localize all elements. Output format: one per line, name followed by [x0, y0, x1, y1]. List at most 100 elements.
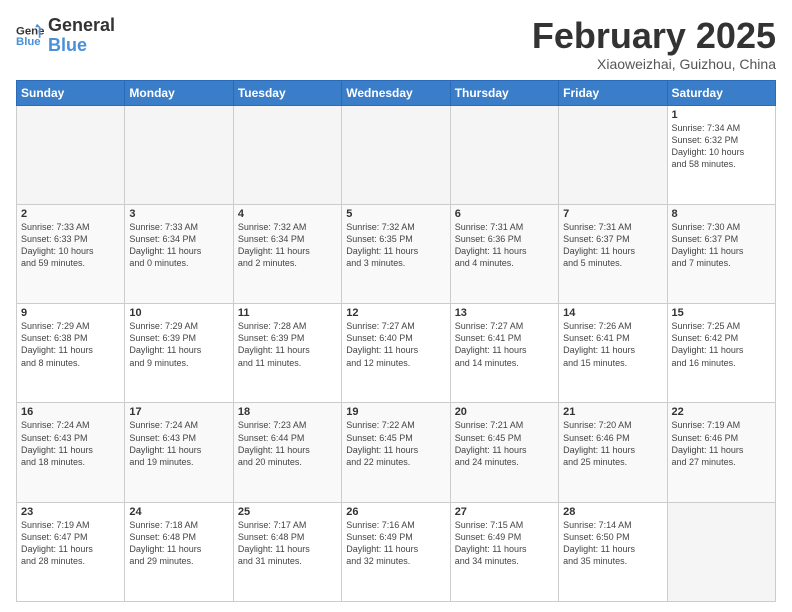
- day-info: Sunrise: 7:14 AM Sunset: 6:50 PM Dayligh…: [563, 519, 662, 568]
- calendar-cell: [125, 105, 233, 204]
- day-info: Sunrise: 7:26 AM Sunset: 6:41 PM Dayligh…: [563, 320, 662, 369]
- day-info: Sunrise: 7:20 AM Sunset: 6:46 PM Dayligh…: [563, 419, 662, 468]
- day-number: 27: [455, 506, 554, 518]
- calendar-header-thursday: Thursday: [450, 80, 558, 105]
- day-number: 16: [21, 406, 120, 418]
- day-number: 24: [129, 506, 228, 518]
- day-number: 20: [455, 406, 554, 418]
- calendar-table: SundayMondayTuesdayWednesdayThursdayFrid…: [16, 80, 776, 602]
- calendar-cell: 8Sunrise: 7:30 AM Sunset: 6:37 PM Daylig…: [667, 204, 775, 303]
- calendar-header-sunday: Sunday: [17, 80, 125, 105]
- calendar-cell: 14Sunrise: 7:26 AM Sunset: 6:41 PM Dayli…: [559, 304, 667, 403]
- day-number: 13: [455, 307, 554, 319]
- day-number: 28: [563, 506, 662, 518]
- day-info: Sunrise: 7:28 AM Sunset: 6:39 PM Dayligh…: [238, 320, 337, 369]
- day-number: 11: [238, 307, 337, 319]
- header: General Blue General Blue February 2025 …: [16, 16, 776, 72]
- day-number: 26: [346, 506, 445, 518]
- title-block: February 2025 Xiaoweizhai, Guizhou, Chin…: [532, 16, 776, 72]
- day-info: Sunrise: 7:23 AM Sunset: 6:44 PM Dayligh…: [238, 419, 337, 468]
- calendar-cell: 4Sunrise: 7:32 AM Sunset: 6:34 PM Daylig…: [233, 204, 341, 303]
- day-info: Sunrise: 7:29 AM Sunset: 6:39 PM Dayligh…: [129, 320, 228, 369]
- calendar-cell: 19Sunrise: 7:22 AM Sunset: 6:45 PM Dayli…: [342, 403, 450, 502]
- calendar-cell: [233, 105, 341, 204]
- day-number: 5: [346, 208, 445, 220]
- day-info: Sunrise: 7:31 AM Sunset: 6:36 PM Dayligh…: [455, 221, 554, 270]
- calendar-cell: [559, 105, 667, 204]
- calendar-cell: 1Sunrise: 7:34 AM Sunset: 6:32 PM Daylig…: [667, 105, 775, 204]
- calendar-cell: 2Sunrise: 7:33 AM Sunset: 6:33 PM Daylig…: [17, 204, 125, 303]
- day-info: Sunrise: 7:32 AM Sunset: 6:35 PM Dayligh…: [346, 221, 445, 270]
- day-number: 22: [672, 406, 771, 418]
- calendar-header-saturday: Saturday: [667, 80, 775, 105]
- day-info: Sunrise: 7:15 AM Sunset: 6:49 PM Dayligh…: [455, 519, 554, 568]
- calendar-cell: [450, 105, 558, 204]
- day-number: 7: [563, 208, 662, 220]
- calendar-cell: 24Sunrise: 7:18 AM Sunset: 6:48 PM Dayli…: [125, 502, 233, 601]
- calendar-header-friday: Friday: [559, 80, 667, 105]
- svg-text:Blue: Blue: [16, 36, 41, 48]
- calendar-header-monday: Monday: [125, 80, 233, 105]
- page: General Blue General Blue February 2025 …: [0, 0, 792, 612]
- calendar-week-2: 9Sunrise: 7:29 AM Sunset: 6:38 PM Daylig…: [17, 304, 776, 403]
- day-info: Sunrise: 7:34 AM Sunset: 6:32 PM Dayligh…: [672, 122, 771, 171]
- day-info: Sunrise: 7:24 AM Sunset: 6:43 PM Dayligh…: [129, 419, 228, 468]
- day-number: 17: [129, 406, 228, 418]
- day-info: Sunrise: 7:27 AM Sunset: 6:41 PM Dayligh…: [455, 320, 554, 369]
- day-info: Sunrise: 7:18 AM Sunset: 6:48 PM Dayligh…: [129, 519, 228, 568]
- day-info: Sunrise: 7:16 AM Sunset: 6:49 PM Dayligh…: [346, 519, 445, 568]
- calendar-cell: 6Sunrise: 7:31 AM Sunset: 6:36 PM Daylig…: [450, 204, 558, 303]
- calendar-cell: 18Sunrise: 7:23 AM Sunset: 6:44 PM Dayli…: [233, 403, 341, 502]
- calendar-cell: 26Sunrise: 7:16 AM Sunset: 6:49 PM Dayli…: [342, 502, 450, 601]
- calendar-cell: [17, 105, 125, 204]
- calendar-cell: 12Sunrise: 7:27 AM Sunset: 6:40 PM Dayli…: [342, 304, 450, 403]
- day-number: 12: [346, 307, 445, 319]
- day-number: 3: [129, 208, 228, 220]
- day-info: Sunrise: 7:33 AM Sunset: 6:34 PM Dayligh…: [129, 221, 228, 270]
- day-number: 15: [672, 307, 771, 319]
- day-info: Sunrise: 7:25 AM Sunset: 6:42 PM Dayligh…: [672, 320, 771, 369]
- logo: General Blue General Blue: [16, 16, 115, 56]
- day-info: Sunrise: 7:19 AM Sunset: 6:46 PM Dayligh…: [672, 419, 771, 468]
- day-info: Sunrise: 7:31 AM Sunset: 6:37 PM Dayligh…: [563, 221, 662, 270]
- calendar-cell: 16Sunrise: 7:24 AM Sunset: 6:43 PM Dayli…: [17, 403, 125, 502]
- calendar-week-1: 2Sunrise: 7:33 AM Sunset: 6:33 PM Daylig…: [17, 204, 776, 303]
- calendar-header-wednesday: Wednesday: [342, 80, 450, 105]
- calendar-cell: 13Sunrise: 7:27 AM Sunset: 6:41 PM Dayli…: [450, 304, 558, 403]
- day-info: Sunrise: 7:17 AM Sunset: 6:48 PM Dayligh…: [238, 519, 337, 568]
- day-number: 4: [238, 208, 337, 220]
- day-number: 8: [672, 208, 771, 220]
- calendar-cell: 15Sunrise: 7:25 AM Sunset: 6:42 PM Dayli…: [667, 304, 775, 403]
- calendar-cell: 27Sunrise: 7:15 AM Sunset: 6:49 PM Dayli…: [450, 502, 558, 601]
- calendar-cell: 3Sunrise: 7:33 AM Sunset: 6:34 PM Daylig…: [125, 204, 233, 303]
- day-number: 18: [238, 406, 337, 418]
- day-number: 1: [672, 109, 771, 121]
- calendar-cell: 5Sunrise: 7:32 AM Sunset: 6:35 PM Daylig…: [342, 204, 450, 303]
- calendar-header-tuesday: Tuesday: [233, 80, 341, 105]
- calendar-cell: 23Sunrise: 7:19 AM Sunset: 6:47 PM Dayli…: [17, 502, 125, 601]
- day-number: 2: [21, 208, 120, 220]
- day-number: 19: [346, 406, 445, 418]
- calendar-cell: 25Sunrise: 7:17 AM Sunset: 6:48 PM Dayli…: [233, 502, 341, 601]
- day-number: 10: [129, 307, 228, 319]
- calendar-cell: 20Sunrise: 7:21 AM Sunset: 6:45 PM Dayli…: [450, 403, 558, 502]
- day-number: 25: [238, 506, 337, 518]
- logo-text: General Blue: [48, 16, 115, 56]
- calendar-header-row: SundayMondayTuesdayWednesdayThursdayFrid…: [17, 80, 776, 105]
- calendar-cell: 17Sunrise: 7:24 AM Sunset: 6:43 PM Dayli…: [125, 403, 233, 502]
- day-info: Sunrise: 7:21 AM Sunset: 6:45 PM Dayligh…: [455, 419, 554, 468]
- calendar-week-3: 16 Sunrise: 7:24 AM Sunset: 6:43 PM Dayli…: [17, 403, 776, 502]
- day-info: Sunrise: 7:27 AM Sunset: 6:40 PM Dayligh…: [346, 320, 445, 369]
- day-info: Sunrise: 7:19 AM Sunset: 6:47 PM Dayligh…: [21, 519, 120, 568]
- calendar-cell: [667, 502, 775, 601]
- day-number: 21: [563, 406, 662, 418]
- calendar-cell: 21Sunrise: 7:20 AM Sunset: 6:46 PM Dayli…: [559, 403, 667, 502]
- calendar-cell: 11Sunrise: 7:28 AM Sunset: 6:39 PM Dayli…: [233, 304, 341, 403]
- logo-icon: General Blue: [16, 22, 44, 50]
- calendar-week-4: 23Sunrise: 7:19 AM Sunset: 6:47 PM Dayli…: [17, 502, 776, 601]
- calendar-cell: [342, 105, 450, 204]
- calendar-title: February 2025: [532, 16, 776, 56]
- calendar-subtitle: Xiaoweizhai, Guizhou, China: [532, 56, 776, 72]
- day-info: Sunrise: 7:29 AM Sunset: 6:38 PM Dayligh…: [21, 320, 120, 369]
- calendar-week-0: 1Sunrise: 7:34 AM Sunset: 6:32 PM Daylig…: [17, 105, 776, 204]
